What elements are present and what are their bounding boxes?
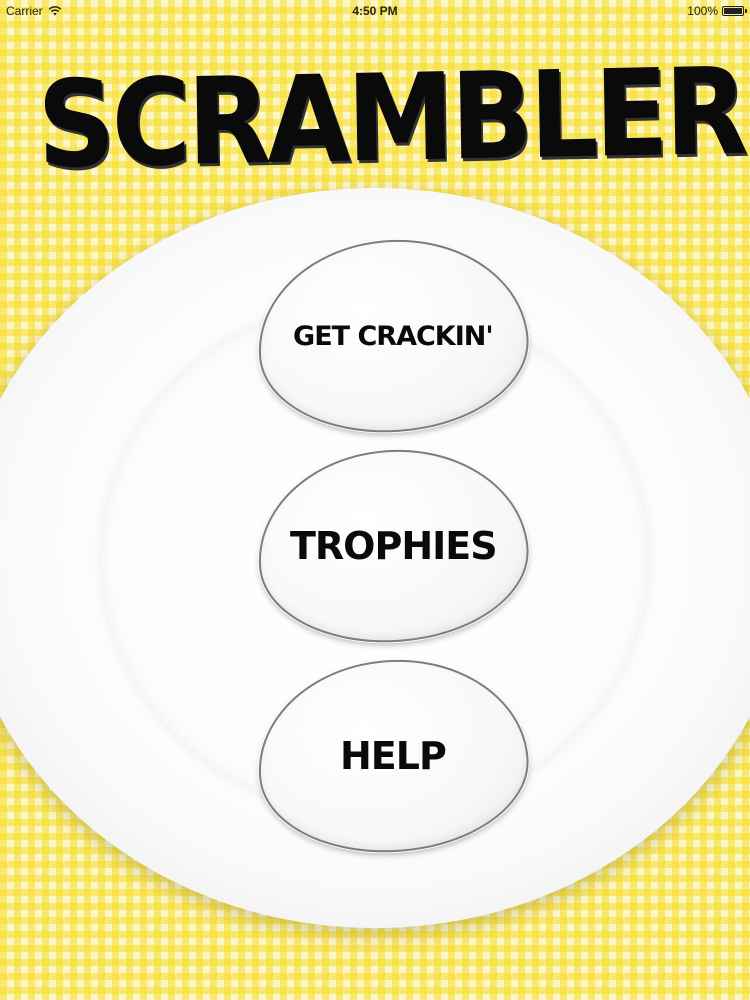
help-label: HELP — [340, 734, 446, 779]
game-title: SCRAMBLER — [36, 42, 746, 196]
battery-icon — [722, 6, 747, 16]
status-right: 100% — [687, 4, 747, 18]
battery-percent: 100% — [687, 4, 718, 18]
battery-fill — [724, 8, 742, 14]
trophies-label: TROPHIES — [289, 524, 497, 569]
tablecloth-background: Carrier 4:50 PM 100% SCRAMBLER GET CRACK… — [0, 0, 750, 1000]
get-crackin-label: GET CRACKIN' — [293, 320, 493, 352]
status-bar: Carrier 4:50 PM 100% — [0, 0, 750, 22]
status-time: 4:50 PM — [352, 4, 398, 18]
